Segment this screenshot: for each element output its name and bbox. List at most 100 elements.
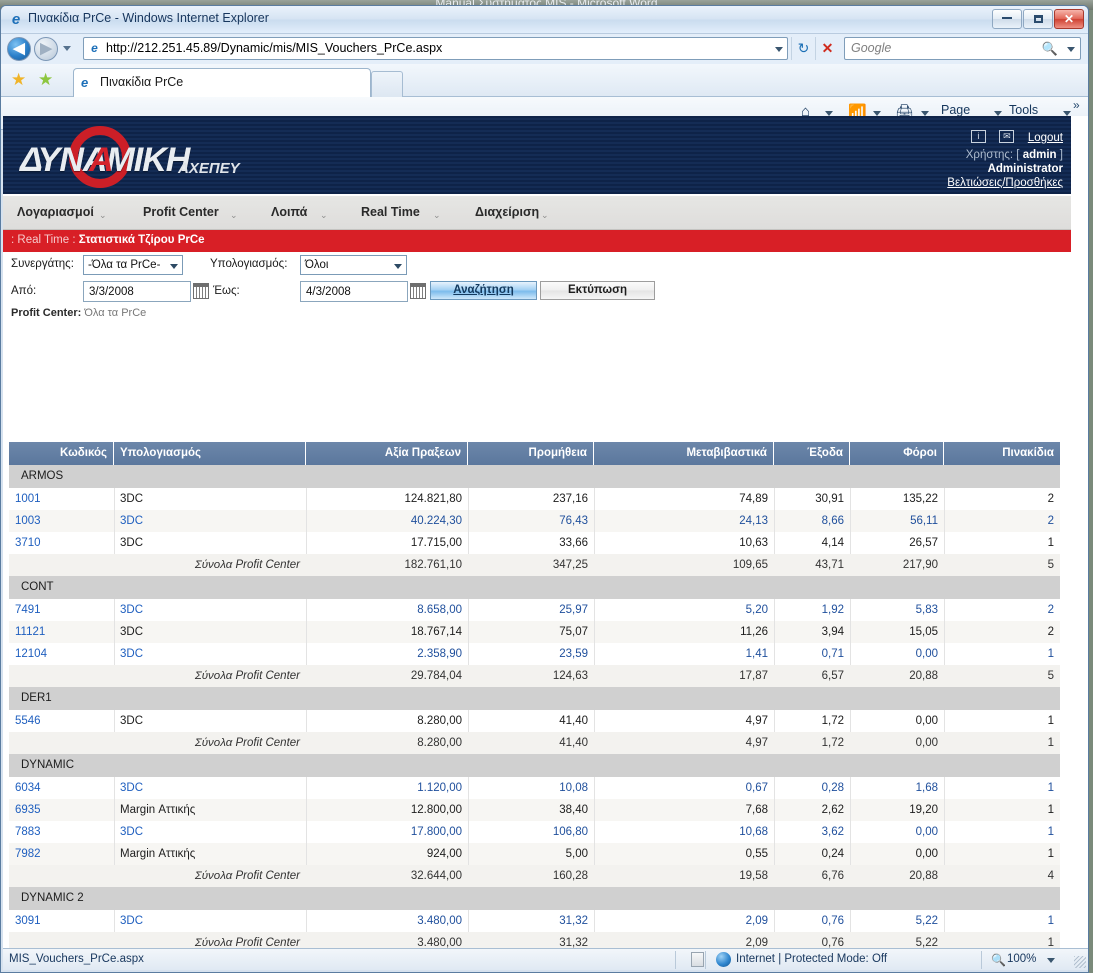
user-name: admin — [1022, 149, 1057, 161]
grid-header-5[interactable]: Έξοδα — [774, 442, 850, 465]
cell-calc[interactable]: Margin Αττικής — [114, 799, 306, 821]
cell-code[interactable]: 11121 — [9, 621, 114, 643]
tab-pinakidia-prce[interactable]: e Πινακίδια PrCe — [73, 68, 371, 97]
stop-icon[interactable]: ✕ — [815, 37, 839, 60]
cell-code[interactable]: 7982 — [9, 843, 114, 865]
cell-calc[interactable]: 3DC — [114, 643, 306, 665]
table-row[interactable]: 5546 3DC 8.280,00 41,40 4,97 1,72 0,00 1 — [9, 710, 1060, 732]
grid-group-name: CONT — [21, 581, 54, 593]
cell-code[interactable]: 12104 — [9, 643, 114, 665]
calc-select[interactable]: Όλοι — [300, 255, 407, 275]
refresh-icon[interactable]: ↻ — [791, 37, 815, 60]
from-calendar-icon[interactable] — [193, 283, 209, 299]
nav-item-0[interactable]: Λογαριασμοί — [17, 205, 94, 219]
total-cell-expenses: 0,76 — [821, 937, 844, 949]
resize-grip-icon[interactable] — [1074, 956, 1086, 968]
back-button[interactable]: ◀ — [7, 37, 31, 61]
nav-chevron-down-icon[interactable]: ⌄ — [541, 210, 549, 221]
mail-icon[interactable]: ✉ — [999, 130, 1015, 143]
table-row[interactable]: 6935 Margin Αττικής 12.800,00 38,40 7,68 2,62… — [9, 799, 1060, 821]
cell-code[interactable]: 7491 — [9, 599, 114, 621]
table-row[interactable]: 1001 3DC 124.821,80 237,16 74,89 30,91 135,22 2 — [9, 488, 1060, 510]
nav-chevron-down-icon[interactable]: ⌄ — [320, 210, 328, 221]
zoom-icon[interactable]: 🔍 — [991, 953, 1006, 967]
print-button[interactable]: Εκτύπωση — [540, 281, 655, 300]
table-row[interactable]: 11121 3DC 18.767,14 75,07 11,26 3,94 15,05 2 — [9, 621, 1060, 643]
search-provider-chevron-icon[interactable] — [1067, 47, 1075, 52]
logout-link[interactable]: Logout — [1028, 132, 1063, 144]
table-row[interactable]: 3710 3DC 17.715,00 33,66 10,63 4,14 26,57 1 — [9, 532, 1060, 554]
cell-calc[interactable]: 3DC — [114, 599, 306, 621]
cell-calc[interactable]: 3DC — [114, 710, 306, 732]
grid-header-2[interactable]: Αξία Πραξεων — [306, 442, 468, 465]
nav-chevron-down-icon[interactable]: ⌄ — [230, 210, 238, 221]
nav-item-1[interactable]: Profit Center — [143, 205, 219, 219]
page-menu-button[interactable]: Page — [941, 103, 970, 117]
cell-calc[interactable]: 3DC — [114, 532, 306, 554]
grid-header-1[interactable]: Υπολογιασμός — [114, 442, 306, 465]
cell-code[interactable]: 3091 — [9, 910, 114, 932]
info-icon[interactable]: i — [970, 130, 986, 143]
cell-code[interactable]: 6935 — [9, 799, 114, 821]
cell-transfer: 10,63 — [739, 537, 768, 549]
partner-select[interactable]: -Όλα τα PrCe- — [83, 255, 183, 275]
cell-calc[interactable]: 3DC — [114, 621, 306, 643]
cell-code[interactable]: 7883 — [9, 821, 114, 843]
table-row[interactable]: 7982 Margin Αττικής 924,00 5,00 0,55 0,24 0,00… — [9, 843, 1060, 865]
search-button[interactable]: Αναζήτηση — [430, 281, 537, 300]
cell-calc[interactable]: 3DC — [114, 488, 306, 510]
to-calendar-icon[interactable] — [410, 283, 426, 299]
upgrades-link[interactable]: Βελτιώσεις/Προσθήκες — [947, 177, 1063, 189]
cell-calc[interactable]: 3DC — [114, 821, 306, 843]
tools-menu-button[interactable]: Tools — [1009, 103, 1038, 117]
cell-taxes: 5,83 — [915, 604, 938, 616]
address-input[interactable]: e http://212.251.45.89/Dynamic/mis/MIS_V… — [83, 37, 788, 60]
table-row[interactable]: 7491 3DC 8.658,00 25,97 5,20 1,92 5,83 2 — [9, 599, 1060, 621]
minimize-button[interactable] — [992, 9, 1022, 29]
cell-code[interactable]: 3710 — [9, 532, 114, 554]
table-row[interactable]: 6034 3DC 1.120,00 10,08 0,67 0,28 1,68 1 — [9, 777, 1060, 799]
cell-vouchers: 2 — [1047, 515, 1054, 527]
cell-code[interactable]: 6034 — [9, 777, 114, 799]
add-favorite-icon[interactable]: ★ — [38, 71, 53, 88]
search-input[interactable]: Google 🔍 — [844, 37, 1081, 60]
nav-item-4[interactable]: Διαχείριση — [475, 205, 539, 219]
cell-code[interactable]: 1001 — [9, 488, 114, 510]
cell-code[interactable]: 1003 — [9, 510, 114, 532]
cell-calc[interactable]: 3DC — [114, 510, 306, 532]
recent-pages-chevron-icon[interactable] — [63, 46, 71, 51]
grid-header-4[interactable]: Μεταβιβαστικά — [594, 442, 774, 465]
new-tab-button[interactable] — [371, 71, 403, 97]
nav-chevron-down-icon[interactable]: ⌄ — [433, 210, 441, 221]
table-row[interactable]: 12104 3DC 2.358,90 23,59 1,41 0,71 0,00 1 — [9, 643, 1060, 665]
close-button[interactable]: ✕ — [1054, 9, 1084, 29]
grid-header-6[interactable]: Φόροι — [850, 442, 944, 465]
grid-header-3[interactable]: Προμήθεια — [468, 442, 594, 465]
cell-code[interactable]: 5546 — [9, 710, 114, 732]
grid-header-0[interactable]: Κωδικός — [9, 442, 114, 465]
table-row[interactable]: 7883 3DC 17.800,00 106,80 10,68 3,62 0,00 1 — [9, 821, 1060, 843]
table-row[interactable]: 3091 3DC 3.480,00 31,32 2,09 0,76 5,22 1 — [9, 910, 1060, 932]
grid-header-7[interactable]: Πινακίδια — [944, 442, 1060, 465]
zoom-chevron-down-icon[interactable] — [1047, 958, 1055, 963]
nav-item-3[interactable]: Real Time — [361, 205, 420, 219]
favorites-star-icon[interactable]: ★ — [11, 71, 26, 88]
breadcrumb-prefix[interactable]: : Real Time : — [11, 234, 79, 246]
cell-calc[interactable]: 3DC — [114, 777, 306, 799]
overflow-chevron-icon[interactable]: » — [1073, 98, 1080, 112]
cell-calc[interactable]: Margin Αττικής — [114, 843, 306, 865]
total-cell-value: 8.280,00 — [417, 737, 462, 749]
nav-item-2[interactable]: Λοιπά — [271, 205, 307, 219]
to-date-input[interactable]: 4/3/2008 — [300, 281, 408, 302]
user-role: Administrator — [987, 163, 1063, 175]
search-icon[interactable]: 🔍 — [1042, 41, 1058, 57]
cell-calc[interactable]: 3DC — [114, 910, 306, 932]
from-date-input[interactable]: 3/3/2008 — [83, 281, 191, 302]
address-dropdown-icon[interactable] — [775, 47, 783, 52]
cell-transfer: 1,41 — [745, 648, 768, 660]
nav-chevron-down-icon[interactable]: ⌄ — [99, 210, 107, 221]
forward-button[interactable]: ▶ — [34, 37, 58, 61]
grid-total-row: Σύνολα Profit Center 3.480,00 31,32 2,09 0,7… — [9, 932, 1060, 949]
maximize-button[interactable] — [1023, 9, 1053, 29]
table-row[interactable]: 1003 3DC 40.224,30 76,43 24,13 8,66 56,11 2 — [9, 510, 1060, 532]
